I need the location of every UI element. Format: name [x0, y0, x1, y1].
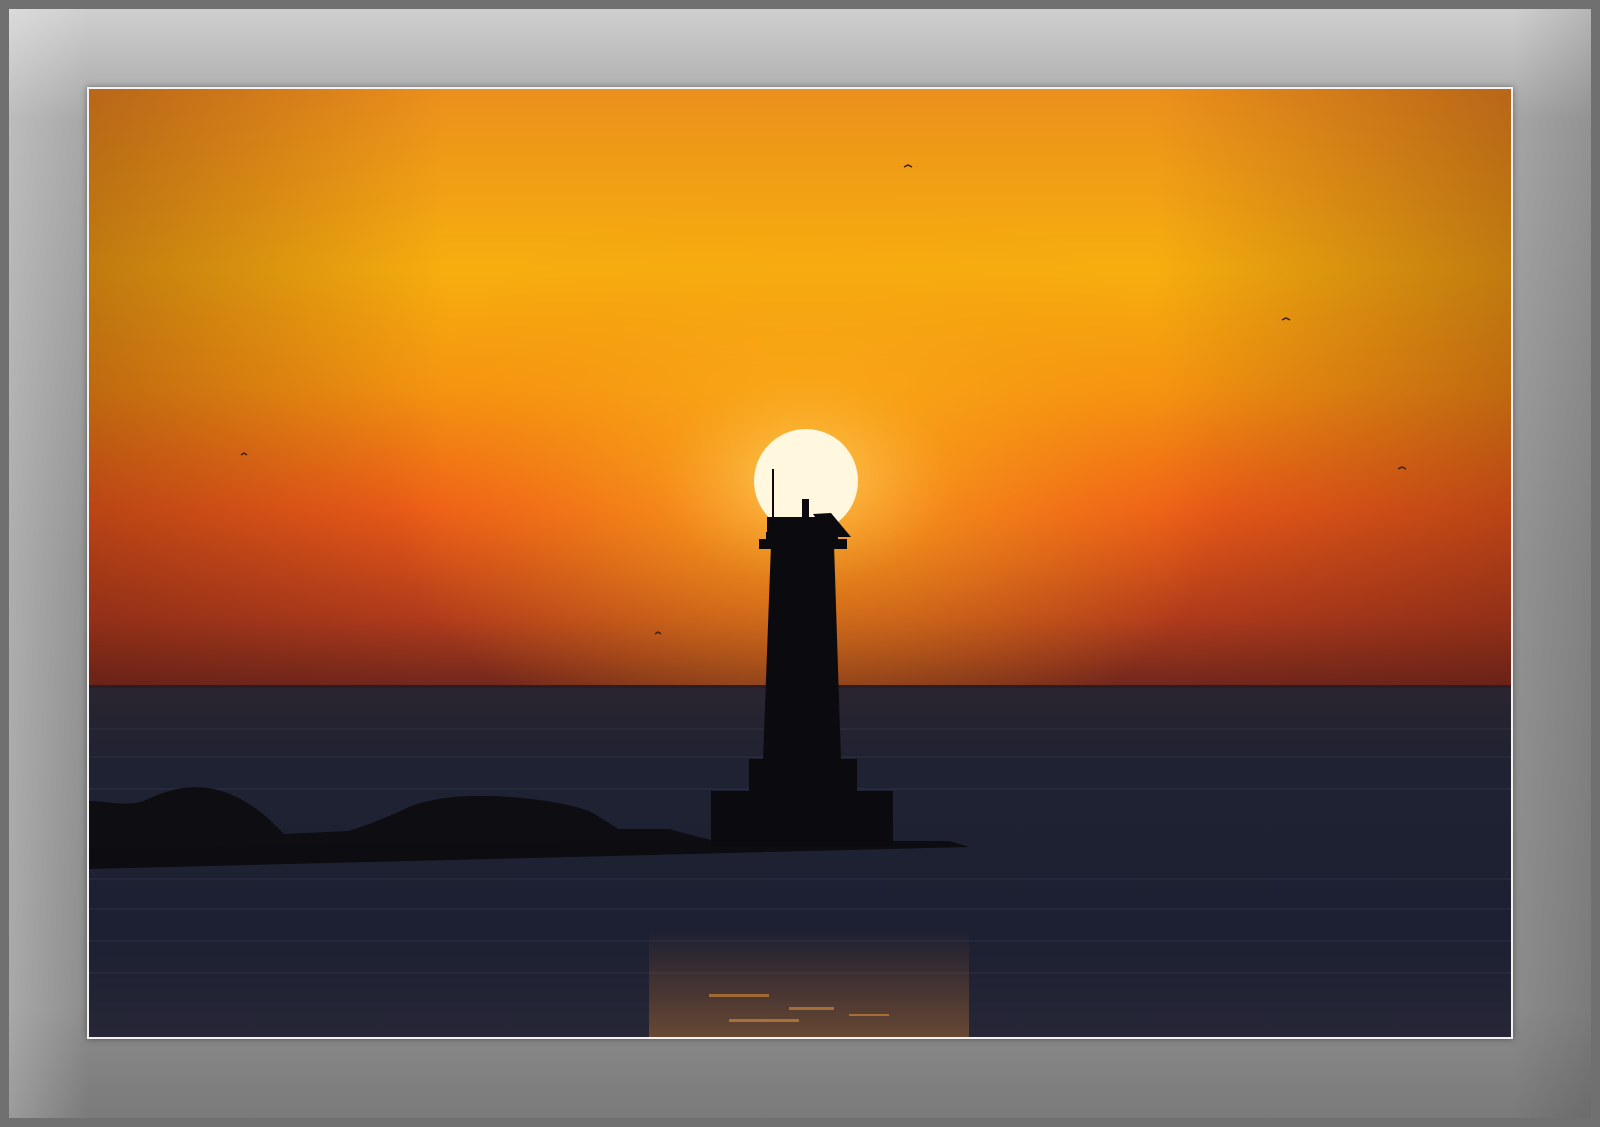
lighthouse-railing [769, 519, 825, 533]
frame-bevel-left [9, 9, 89, 1118]
sun-reflection [649, 929, 969, 1037]
sunset-photo [89, 89, 1511, 1037]
frame-bevel-right [1511, 9, 1591, 1118]
